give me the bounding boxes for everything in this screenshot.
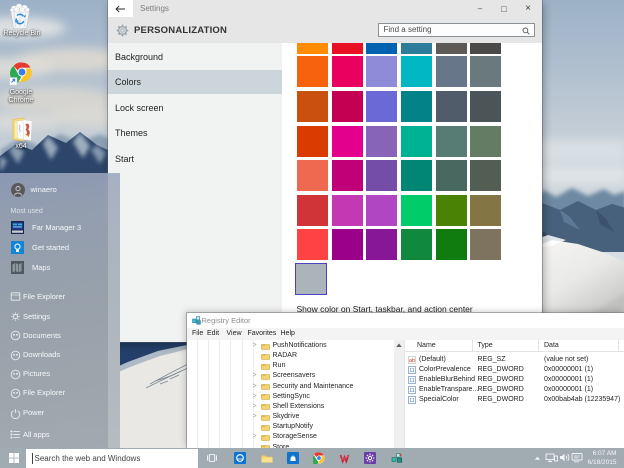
svg-text:11: 11 xyxy=(409,388,414,394)
svg-text:ab: ab xyxy=(409,358,415,364)
svg-text:11: 11 xyxy=(409,398,414,404)
svg-text:11: 11 xyxy=(409,378,414,384)
svg-text:11: 11 xyxy=(409,368,414,374)
